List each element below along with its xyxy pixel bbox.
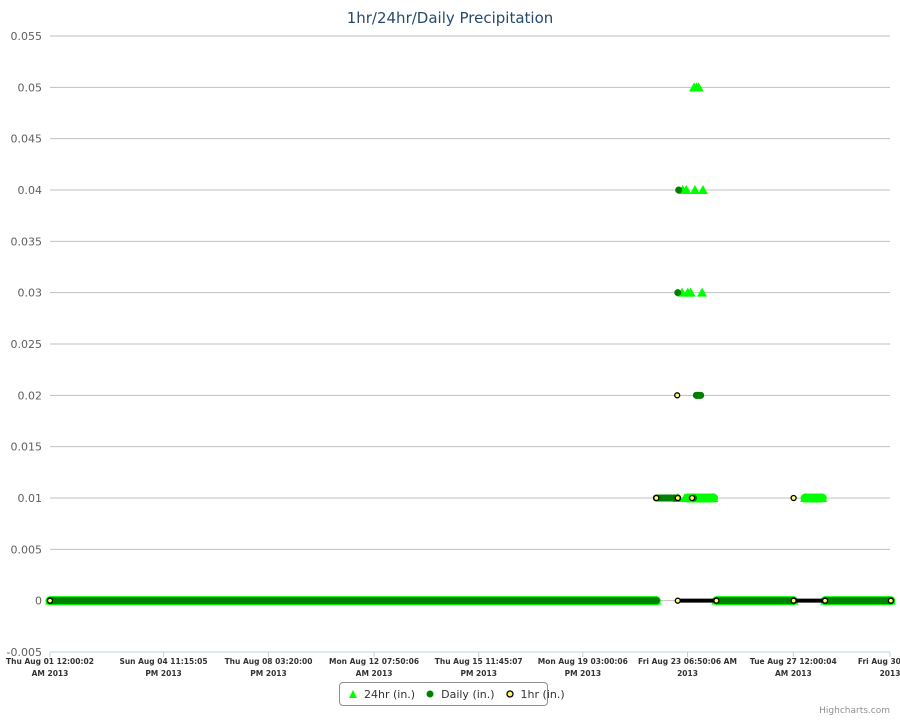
y-tick-label: 0.055 bbox=[11, 30, 43, 43]
x-tick-label: Thu Aug 08 03:20:00 bbox=[225, 657, 313, 666]
precipitation-chart: 1hr/24hr/Daily Precipitation -0.00500.00… bbox=[6, 9, 900, 678]
y-tick-label: 0.02 bbox=[18, 389, 43, 402]
x-tick-label: 2013 bbox=[880, 669, 900, 678]
x-tick-label: PM 2013 bbox=[460, 669, 496, 678]
y-tick-label: 0.005 bbox=[11, 543, 43, 556]
data-point-circle bbox=[652, 597, 660, 605]
x-tick-label: PM 2013 bbox=[565, 669, 601, 678]
legend-item-24hr[interactable]: 24hr (in.) bbox=[348, 688, 415, 701]
data-point-hollow bbox=[688, 494, 696, 502]
data-point-hollow bbox=[790, 597, 797, 604]
legend-label-daily: Daily (in.) bbox=[441, 687, 495, 701]
circle-icon bbox=[426, 690, 434, 698]
data-point-hollow bbox=[674, 494, 681, 502]
data-point-hollow bbox=[46, 597, 54, 604]
x-axis: Thu Aug 01 12:00:02 AM 2013 Sun Aug 04 11:… bbox=[6, 651, 900, 678]
x-tick-label: Fri Aug 23 06:50:06 AM bbox=[638, 657, 737, 666]
y-tick-label: 0.03 bbox=[18, 287, 43, 300]
x-tick-label: Fri Aug 30 08:5 bbox=[858, 657, 900, 666]
data-point-hollow bbox=[674, 597, 681, 604]
data-point-hollow bbox=[713, 597, 720, 604]
x-tick-label: 2013 bbox=[677, 669, 698, 678]
x-tick-label: Thu Aug 01 12:00:02 bbox=[6, 657, 94, 666]
y-tick-label: 0.045 bbox=[11, 133, 43, 146]
x-tick-label: PM 2013 bbox=[250, 669, 286, 678]
y-tick-label: 0 bbox=[35, 595, 42, 608]
x-tick-label: AM 2013 bbox=[356, 669, 393, 678]
chart-title: 1hr/24hr/Daily Precipitation bbox=[347, 9, 554, 27]
data-point-circle bbox=[675, 186, 683, 194]
data-point-hollow bbox=[887, 597, 895, 604]
x-tick-label: AM 2013 bbox=[775, 669, 812, 678]
y-tick-label: 0.015 bbox=[11, 441, 43, 454]
legend: 24hr (in.) Daily (in.) 1hr (in.) bbox=[339, 682, 565, 706]
y-tick-label: 0.025 bbox=[11, 338, 43, 351]
y-tick-label: 0.05 bbox=[18, 81, 43, 94]
triangle-icon bbox=[349, 690, 357, 698]
x-tick-label: Sun Aug 04 11:15:05 bbox=[119, 657, 207, 666]
legend-item-1hr[interactable]: 1hr (in.) bbox=[505, 688, 565, 701]
legend-label-24hr: 24hr (in.) bbox=[364, 687, 416, 701]
x-tick-label: Mon Aug 12 07:50:06 bbox=[329, 657, 419, 666]
data-point-circle bbox=[674, 289, 682, 297]
y-tick-label: 0.01 bbox=[18, 492, 43, 505]
data-point-hollow bbox=[790, 494, 797, 502]
legend-label-1hr: 1hr (in.) bbox=[520, 687, 565, 701]
x-tick-label: Tue Aug 27 12:00:04 bbox=[750, 657, 837, 666]
x-tick-label: PM 2013 bbox=[145, 669, 181, 678]
credits-link[interactable]: Highcharts.com bbox=[819, 706, 890, 716]
grid-lines bbox=[50, 35, 890, 653]
hollow-circle-icon bbox=[505, 690, 514, 698]
y-tick-label: 0.035 bbox=[11, 235, 43, 248]
data-point-hollow bbox=[674, 392, 681, 399]
y-tick-label: 0.04 bbox=[18, 184, 43, 197]
data-point-hollow bbox=[821, 597, 829, 604]
data-point-hollow bbox=[653, 494, 660, 502]
x-tick-label: Mon Aug 19 03:00:06 bbox=[538, 657, 628, 666]
legend-item-daily[interactable]: Daily (in.) bbox=[425, 687, 495, 701]
x-tick-label: AM 2013 bbox=[32, 669, 69, 678]
data-point-circle bbox=[697, 391, 705, 399]
y-axis: -0.00500.0050.010.0150.020.0250.030.0350… bbox=[7, 30, 42, 659]
x-tick-label: Thu Aug 15 11:45:07 bbox=[435, 657, 523, 666]
